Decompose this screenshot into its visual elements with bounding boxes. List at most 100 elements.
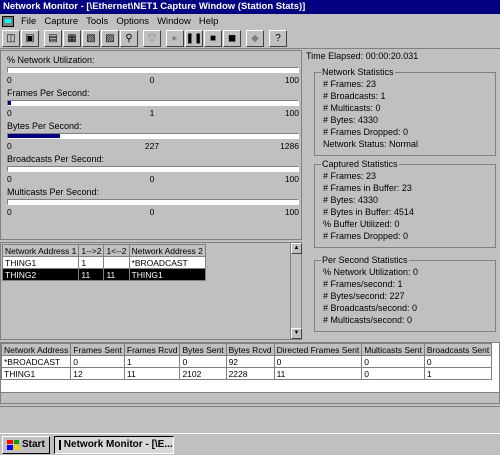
stat-line: # Frames: 23 [323, 171, 377, 181]
pane-total-icon[interactable]: ▨ [101, 30, 119, 47]
meter-network-utilization: % Network Utilization: 0 0 100 [7, 55, 299, 85]
status-bar [0, 406, 500, 420]
start-capture-icon[interactable]: ▸ [166, 30, 184, 47]
help-icon[interactable]: ? [269, 30, 287, 47]
table-cell: 11 [103, 268, 130, 281]
stat-line: # Bytes in Buffer: 4514 [323, 207, 414, 217]
stat-line: # Bytes: 4330 [323, 115, 379, 125]
column-header[interactable]: 1<--2 [103, 244, 130, 257]
meter-multicasts-per-second: Multicasts Per Second: 0 0 100 [7, 187, 299, 217]
menu-capture[interactable]: Capture [40, 14, 82, 29]
pane-graph-icon[interactable]: ▤ [44, 30, 62, 47]
column-header[interactable]: Frames Rcvd [123, 343, 181, 356]
meter-label: % Network Utilization: [7, 55, 95, 65]
menu-help[interactable]: Help [195, 14, 223, 29]
view-icon[interactable]: ◆ [246, 30, 264, 47]
app-icon[interactable] [2, 16, 14, 27]
column-header[interactable]: Bytes Sent [179, 343, 227, 356]
table-row-selected[interactable]: THING2 11 11 THING1 [1, 268, 206, 281]
meter-track [7, 133, 299, 139]
start-label: Start [22, 439, 45, 450]
meter-current: 0 [149, 207, 155, 217]
table-cell: 0 [361, 355, 425, 368]
taskbar: Start Network Monitor - [\E... [0, 433, 500, 455]
stat-line: # Frames Dropped: 0 [323, 231, 409, 241]
meter-current: 0 [149, 75, 155, 85]
pane-session-icon[interactable]: ▦ [63, 30, 81, 47]
save-icon[interactable]: ▣ [21, 30, 39, 47]
pause-icon[interactable]: ❚❚ [185, 30, 203, 47]
meter-current: 227 [144, 141, 160, 151]
table-cell: 2228 [225, 367, 275, 380]
table-cell: 11 [123, 367, 181, 380]
column-header[interactable]: Network Address [0, 343, 72, 356]
column-header[interactable]: Broadcasts Sent [423, 343, 493, 356]
table-cell: *BROADCAST [128, 256, 206, 269]
column-header[interactable]: Bytes Rcvd [225, 343, 275, 356]
meter-label: Multicasts Per Second: [7, 187, 100, 197]
table-cell: 11 [78, 268, 105, 281]
vertical-scrollbar[interactable]: ▲ ▼ [290, 243, 302, 339]
zoom-icon[interactable]: ⚲ [120, 30, 138, 47]
stat-line: % Network Utilization: 0 [323, 267, 419, 277]
table-row[interactable]: *BROADCAST 0 1 0 92 0 0 0 [0, 355, 493, 368]
table-cell: THING1 [1, 256, 80, 269]
meter-max: 1286 [280, 141, 299, 151]
meter-bytes-per-second: Bytes Per Second: 0 227 1286 [7, 121, 299, 151]
stat-line: Network Status: Normal [323, 139, 419, 149]
window-title: Network Monitor - [\Ethernet\NET1 Captur… [3, 1, 306, 12]
menu-options[interactable]: Options [112, 14, 153, 29]
task-label: Network Monitor - [\E... [63, 439, 173, 450]
table-cell: 11 [273, 367, 363, 380]
meter-track [7, 199, 299, 205]
menu-window[interactable]: Window [153, 14, 195, 29]
stop-view-icon[interactable]: ◼ [223, 30, 241, 47]
column-header[interactable]: Network Address 2 [128, 244, 206, 257]
table-cell: 0 [179, 355, 227, 368]
meter-max: 100 [284, 75, 299, 85]
menu-bar: File Capture Tools Options Window Help [0, 14, 500, 29]
title-bar[interactable]: Network Monitor - [\Ethernet\NET1 Captur… [0, 0, 500, 14]
stat-line: # Frames/second: 1 [323, 279, 403, 289]
table-cell [103, 256, 130, 269]
pane-station-icon[interactable]: ▧ [82, 30, 100, 47]
network-statistics-group: Network Statistics # Frames: 23 # Broadc… [314, 67, 496, 156]
table-cell: 1 [123, 355, 181, 368]
column-header[interactable]: Directed Frames Sent [273, 343, 363, 356]
start-button[interactable]: Start [2, 435, 50, 454]
meter-label: Bytes Per Second: [7, 121, 82, 131]
table-cell: THING1 [0, 367, 72, 380]
column-header[interactable]: Multicasts Sent [361, 343, 425, 356]
table-row[interactable]: THING1 12 11 2102 2228 11 0 1 [0, 367, 493, 380]
meter-track [7, 67, 299, 73]
meter-max: 100 [284, 207, 299, 217]
column-header[interactable]: Network Address 1 [1, 244, 80, 257]
graph-pane: % Network Utilization: 0 0 100 Frames Pe… [0, 50, 302, 240]
meter-broadcasts-per-second: Broadcasts Per Second: 0 0 100 [7, 154, 299, 184]
table-cell: *BROADCAST [0, 355, 72, 368]
station-stats-pane: Network Address Frames Sent Frames Rcvd … [0, 342, 500, 404]
table-row[interactable]: THING1 1 *BROADCAST [1, 256, 206, 269]
horizontal-scrollbar[interactable] [1, 392, 499, 403]
meter-max: 100 [284, 108, 299, 118]
meter-min: 0 [7, 207, 12, 217]
meter-frames-per-second: Frames Per Second: 0 1 100 [7, 88, 299, 118]
stop-icon[interactable]: ■ [204, 30, 222, 47]
meter-min: 0 [7, 75, 12, 85]
new-icon[interactable]: ◫ [2, 30, 20, 47]
column-header[interactable]: 1-->2 [78, 244, 105, 257]
stat-line: # Bytes/second: 227 [323, 291, 405, 301]
table-cell: 1 [423, 367, 493, 380]
stat-line: # Multicasts/second: 0 [323, 315, 413, 325]
scroll-up-icon[interactable]: ▲ [291, 243, 302, 254]
column-header[interactable]: Frames Sent [70, 343, 125, 356]
filter-icon[interactable]: ▽ [143, 30, 161, 47]
menu-tools[interactable]: Tools [82, 14, 112, 29]
scroll-down-icon[interactable]: ▼ [291, 328, 302, 339]
meter-current: 0 [149, 174, 155, 184]
menu-file[interactable]: File [17, 14, 40, 29]
taskbar-network-monitor[interactable]: Network Monitor - [\E... [53, 435, 174, 454]
table-cell: THING1 [128, 268, 206, 281]
stat-line: # Frames: 23 [323, 79, 377, 89]
group-title: Network Statistics [321, 67, 395, 77]
